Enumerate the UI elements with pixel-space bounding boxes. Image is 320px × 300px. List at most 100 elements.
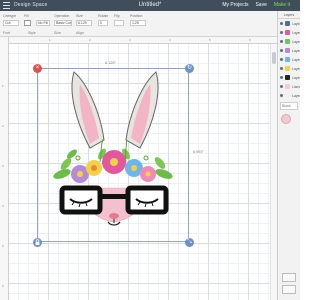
align-label[interactable]: Align xyxy=(76,31,84,35)
layer-dot-icon xyxy=(280,76,283,79)
layer-thumbnail xyxy=(285,48,290,53)
layer-label: Layer xyxy=(292,66,300,71)
layer-thumbnail xyxy=(285,21,290,26)
layer-dot-icon xyxy=(280,85,283,88)
llama-design[interactable] xyxy=(42,70,188,240)
edit-toolbar: Linetype Cut Fill . No Fill Operation Ba… xyxy=(0,11,277,37)
scroll-thumb[interactable] xyxy=(272,52,276,64)
layer-row[interactable]: Layer xyxy=(278,73,300,82)
style-label[interactable]: Style xyxy=(28,31,36,35)
right-ear xyxy=(125,71,159,149)
size-label: Size xyxy=(76,14,83,18)
layer-row[interactable]: Layer xyxy=(278,28,300,37)
fill-swatch[interactable] xyxy=(24,20,31,26)
ruler-mark: 6 xyxy=(249,38,251,42)
ruler-mark: 3 xyxy=(2,164,4,168)
layer-label: Layer xyxy=(292,75,300,80)
resize-handle-resize-icon[interactable]: ⤡ xyxy=(185,238,194,247)
ruler-mark: 2 xyxy=(89,38,91,42)
size-control[interactable]: Size 6.129 xyxy=(76,14,92,26)
left-ruler: 1 2 3 4 5 6 xyxy=(0,37,9,300)
rotate-control[interactable]: Rotate 0 xyxy=(98,14,108,26)
panel-button[interactable] xyxy=(282,273,296,282)
ruler-mark: 4 xyxy=(169,38,171,42)
layer-label: Layer xyxy=(292,93,300,98)
save-button[interactable]: Save xyxy=(255,2,266,8)
position-input[interactable]: 1.25 xyxy=(130,20,146,26)
layer-row[interactable]: Layer xyxy=(278,46,300,55)
ruler-mark: 3 xyxy=(129,38,131,42)
blank-layer-input[interactable]: Blank xyxy=(280,102,298,110)
layer-dot-icon xyxy=(280,94,283,97)
rotate-label: Rotate xyxy=(98,14,109,18)
layer-dot-icon xyxy=(280,22,283,25)
layer-thumbnail xyxy=(285,84,290,89)
operation-control[interactable]: Operation Basic Cut xyxy=(54,14,72,26)
text-size-label[interactable]: Size xyxy=(54,31,61,35)
layer-label: Llama xyxy=(292,84,300,89)
ruler-mark: 5 xyxy=(209,38,211,42)
size-input[interactable]: 6.129 xyxy=(76,20,92,26)
layer-label: Layer xyxy=(292,39,300,44)
fill-value-control[interactable]: . No Fill xyxy=(36,14,50,26)
canvas-color-swatch[interactable] xyxy=(281,114,291,124)
yellow-flower xyxy=(86,160,102,176)
tab-layers[interactable]: Layers xyxy=(278,11,300,18)
ruler-mark: 4 xyxy=(2,204,4,208)
pink-flower xyxy=(102,150,126,174)
lock-handle-lock-icon[interactable] xyxy=(33,238,42,247)
rotate-input[interactable]: 0 xyxy=(98,20,108,26)
panel-button[interactable] xyxy=(282,285,296,294)
layer-dot-icon xyxy=(280,58,283,61)
layer-dot-icon xyxy=(280,67,283,70)
layer-dot-icon xyxy=(280,40,283,43)
layer-row[interactable]: Layer xyxy=(278,64,300,73)
layer-label: Layer xyxy=(292,48,300,53)
flip-control[interactable]: Flip xyxy=(114,14,124,26)
top-ruler: 1 2 3 4 5 6 xyxy=(9,37,277,44)
flip-label: Flip xyxy=(114,14,120,18)
layer-label: Layer xyxy=(292,21,300,26)
my-projects-link[interactable]: My Projects xyxy=(222,2,248,8)
ruler-mark: 1 xyxy=(2,84,4,88)
font-label[interactable]: Font xyxy=(3,31,10,35)
rotate-handle-rotate-icon[interactable]: ↻ xyxy=(185,64,194,73)
linetype-select[interactable]: Cut xyxy=(3,20,19,26)
top-actions: My Projects Save Make it xyxy=(222,2,290,8)
layer-thumbnail xyxy=(285,93,290,98)
layer-label: Layer xyxy=(292,30,300,35)
layer-dot-icon xyxy=(280,49,283,52)
make-it-button[interactable]: Make it xyxy=(274,2,290,8)
width-dimension: 6.129" xyxy=(105,61,116,65)
vertical-scrollbar[interactable] xyxy=(270,44,277,300)
linetype-control[interactable]: Linetype Cut xyxy=(3,14,19,26)
layer-row[interactable]: Layer xyxy=(278,55,300,64)
layer-row[interactable]: Layer xyxy=(278,91,300,100)
position-control[interactable]: Position 1.25 xyxy=(130,14,146,26)
operation-select[interactable]: Basic Cut xyxy=(54,20,72,26)
layer-thumbnail xyxy=(285,39,290,44)
top-bar: Design Space Untitled* My Projects Save … xyxy=(0,0,300,11)
panel-tabs: Layers xyxy=(278,11,300,19)
layer-thumbnail xyxy=(285,57,290,62)
layer-thumbnail xyxy=(285,30,290,35)
design-canvas[interactable]: 6.129" 6.993" × ↻ ⤡ xyxy=(9,44,277,300)
ruler-mark: 1 xyxy=(49,38,51,42)
layer-row[interactable]: Llama xyxy=(278,82,300,91)
layer-row[interactable]: Layer xyxy=(278,37,300,46)
layer-row[interactable]: Layer xyxy=(278,19,300,28)
left-ear xyxy=(71,71,105,149)
position-label: Position xyxy=(130,14,143,18)
layer-thumbnail xyxy=(285,66,290,71)
operation-label: Operation xyxy=(54,14,70,18)
fill-control[interactable]: Fill xyxy=(24,14,31,26)
layer-dot-icon xyxy=(280,31,283,34)
layer-label: Layer xyxy=(292,57,300,62)
small-pink-flower xyxy=(140,166,156,182)
linetype-label: Linetype xyxy=(3,14,17,18)
fill-select[interactable]: No Fill xyxy=(36,20,50,26)
delete-handle-close-icon[interactable]: × xyxy=(33,64,42,73)
flip-select[interactable] xyxy=(114,20,124,26)
layer-thumbnail xyxy=(285,75,290,80)
ruler-mark: 6 xyxy=(2,284,4,288)
